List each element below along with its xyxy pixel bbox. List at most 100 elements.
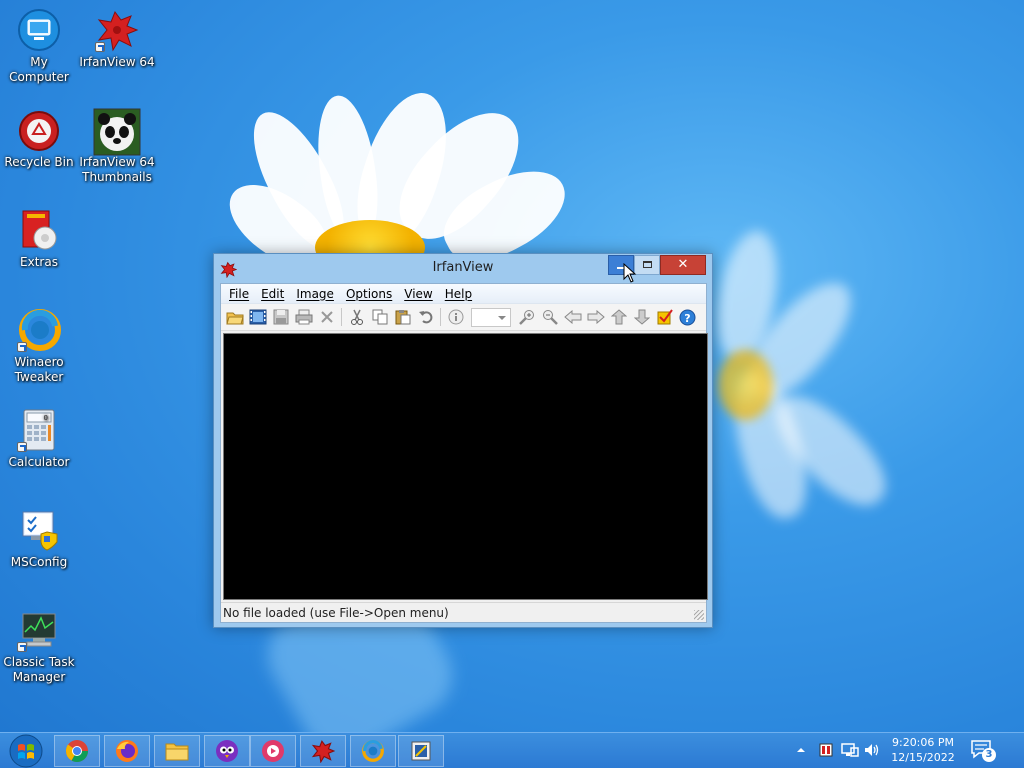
title-bar[interactable]: IrfanView ✕ xyxy=(214,254,712,284)
desktop-icon-winaero-tweaker[interactable]: Winaero Tweaker xyxy=(0,308,78,385)
cut-icon[interactable] xyxy=(345,306,368,329)
menu-view[interactable]: View xyxy=(398,287,438,301)
extras-icon xyxy=(17,208,61,252)
zoom-out-icon[interactable] xyxy=(538,306,561,329)
menu-edit[interactable]: Edit xyxy=(255,287,290,301)
calculator-icon: 0 xyxy=(17,408,61,452)
taskbar: 9:20:06 PM 12/15/2022 3 xyxy=(0,732,1024,768)
next-icon[interactable] xyxy=(584,306,607,329)
volume-icon[interactable] xyxy=(864,742,880,758)
paste-icon[interactable] xyxy=(391,306,414,329)
help-icon[interactable]: ? xyxy=(676,306,699,329)
desktop-icon-calculator[interactable]: 0 Calculator xyxy=(0,408,78,470)
desktop-icon-label: IrfanView 64 Thumbnails xyxy=(79,155,155,184)
close-button[interactable]: ✕ xyxy=(660,255,706,275)
irfanview-icon xyxy=(311,740,335,763)
desktop-icon-label: Calculator xyxy=(8,455,70,469)
desktop-icon-label: Classic Task Manager xyxy=(3,655,75,684)
mouse-cursor-icon xyxy=(623,262,637,283)
toolbar: ? xyxy=(221,304,706,331)
taskbar-firefox[interactable] xyxy=(104,735,150,767)
taskbar-sticky-notes[interactable] xyxy=(398,735,444,767)
copy-icon[interactable] xyxy=(368,306,391,329)
prev-folder-icon[interactable] xyxy=(607,306,630,329)
winaero-tweaker-icon xyxy=(17,308,61,352)
desktop-icon-label: Recycle Bin xyxy=(4,155,74,169)
bird-icon xyxy=(216,740,238,762)
task-manager-icon xyxy=(17,608,61,652)
maximize-icon xyxy=(635,258,659,268)
toolbar-separator xyxy=(341,308,342,326)
previous-icon[interactable] xyxy=(561,306,584,329)
msconfig-icon xyxy=(17,508,61,552)
folder-icon xyxy=(165,743,189,761)
menu-help[interactable]: Help xyxy=(439,287,478,301)
panda-icon xyxy=(93,108,141,156)
start-button[interactable] xyxy=(8,734,44,768)
maximize-button[interactable] xyxy=(634,255,660,275)
slideshow-icon[interactable] xyxy=(246,306,269,329)
save-icon[interactable] xyxy=(269,306,292,329)
desktop-icon-classic-task-manager[interactable]: Classic Task Manager xyxy=(0,608,78,685)
desktop-icon-label: My Computer xyxy=(9,55,69,84)
irfanview-icon xyxy=(95,8,139,52)
network-icon[interactable] xyxy=(841,742,859,758)
desktop-icon-irfanview-64[interactable]: IrfanView 64 xyxy=(78,8,156,70)
desktop-icon-label: IrfanView 64 xyxy=(79,55,155,69)
menu-bar: File Edit Image Options View Help xyxy=(221,284,706,304)
menu-options[interactable]: Options xyxy=(340,287,398,301)
menu-image[interactable]: Image xyxy=(290,287,340,301)
resize-grip-icon[interactable] xyxy=(694,610,704,620)
print-icon[interactable] xyxy=(292,306,315,329)
desktop-icon-recycle-bin[interactable]: Recycle Bin xyxy=(0,108,78,170)
desktop-icon-my-computer[interactable]: My Computer xyxy=(0,8,78,85)
notes-icon xyxy=(411,741,431,761)
svg-text:?: ? xyxy=(684,312,690,325)
desktop-icon-extras[interactable]: Extras xyxy=(0,208,78,270)
menu-file[interactable]: File xyxy=(223,287,255,301)
status-text: No file loaded (use File->Open menu) xyxy=(223,606,449,620)
info-icon[interactable] xyxy=(444,306,467,329)
shortcut-arrow-icon xyxy=(17,642,27,652)
taskbar-chrome[interactable] xyxy=(54,735,100,767)
settings-icon[interactable] xyxy=(653,306,676,329)
firefox-icon xyxy=(116,740,138,762)
shortcut-arrow-icon xyxy=(17,442,27,452)
open-icon[interactable] xyxy=(223,306,246,329)
desktop-icon-irfanview-thumbnails[interactable]: IrfanView 64 Thumbnails xyxy=(78,108,156,185)
taskbar-irfanview[interactable] xyxy=(300,735,346,767)
desktop-icon-label: MSConfig xyxy=(10,555,68,569)
desktop-icon-label: Extras xyxy=(20,255,58,269)
clock-time: 9:20:06 PM xyxy=(891,736,955,749)
tray-app-icon[interactable] xyxy=(818,742,834,758)
notification-count-badge: 3 xyxy=(982,748,996,762)
next-folder-icon[interactable] xyxy=(630,306,653,329)
show-hidden-icons-button[interactable] xyxy=(793,742,809,758)
computer-icon xyxy=(17,8,61,52)
image-viewer[interactable] xyxy=(223,333,708,600)
zoom-in-icon[interactable] xyxy=(515,306,538,329)
taskbar-app-bird[interactable] xyxy=(204,735,250,767)
clock-date: 12/15/2022 xyxy=(891,751,955,764)
zoom-combo[interactable] xyxy=(471,307,511,327)
window-client-area: File Edit Image Options View Help ? No f… xyxy=(220,283,708,623)
chrome-icon xyxy=(65,740,88,762)
taskbar-app-media[interactable] xyxy=(250,735,296,767)
media-player-icon xyxy=(262,740,284,762)
irfanview-window[interactable]: IrfanView ✕ File Edit Image Options View… xyxy=(213,253,713,628)
svg-text:0: 0 xyxy=(44,414,48,422)
delete-icon[interactable] xyxy=(315,306,338,329)
shortcut-arrow-icon xyxy=(17,342,27,352)
system-clock[interactable]: 9:20:06 PM 12/15/2022 xyxy=(886,735,960,765)
taskbar-winaero-tweaker[interactable] xyxy=(350,735,396,767)
recycle-bin-icon xyxy=(17,108,61,152)
desktop-icon-msconfig[interactable]: MSConfig xyxy=(0,508,78,570)
status-bar: No file loaded (use File->Open menu) xyxy=(221,602,706,622)
undo-icon[interactable] xyxy=(414,306,437,329)
winaero-tweaker-icon xyxy=(362,740,384,762)
windows-logo-icon xyxy=(9,734,43,768)
action-center-button[interactable]: 3 xyxy=(970,739,996,763)
chevron-up-icon xyxy=(797,748,805,752)
taskbar-file-explorer[interactable] xyxy=(154,735,200,767)
shortcut-arrow-icon xyxy=(95,42,105,52)
